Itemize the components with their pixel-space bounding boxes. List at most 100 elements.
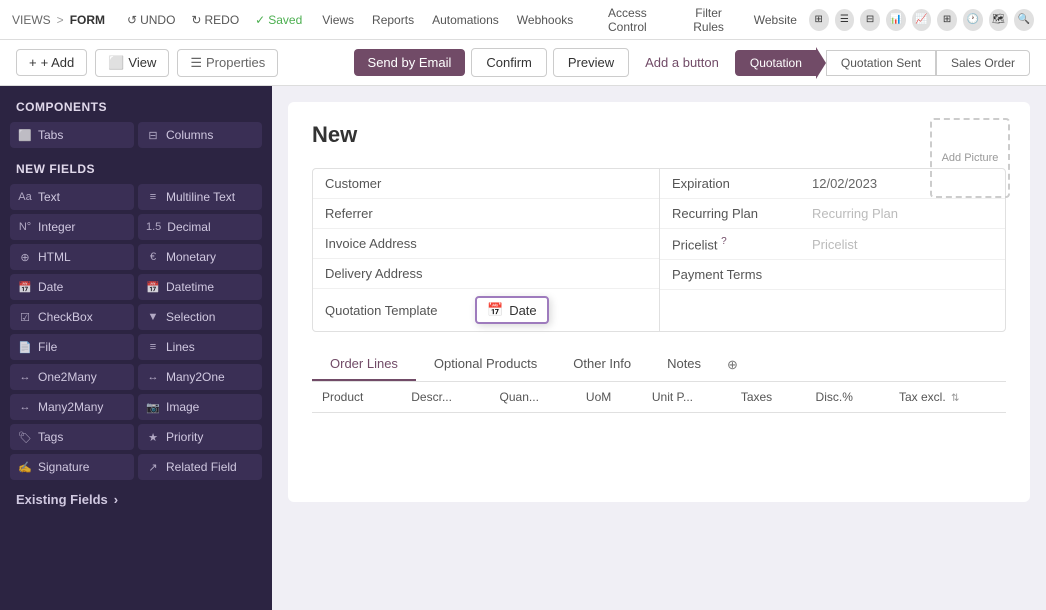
- table-icon[interactable]: ⊟: [860, 9, 880, 31]
- form-col-left: Customer Referrer Invoice Address Delive…: [313, 169, 659, 331]
- new-fields-grid: Aa Text ≡ Multiline Text N° Integer 1.5 …: [0, 184, 272, 480]
- props-icon: ☰: [190, 55, 202, 71]
- table-header: Product Descr... Quan... UoM Unit P... T…: [312, 382, 1006, 413]
- views-button[interactable]: Views: [316, 10, 360, 30]
- bar-chart-icon[interactable]: 📈: [912, 9, 932, 31]
- sort-icon: ⇅: [951, 393, 959, 404]
- selection-icon: ▼: [146, 311, 160, 323]
- pricelist-value[interactable]: Pricelist: [812, 237, 993, 252]
- tab-add-button[interactable]: ⊕: [719, 351, 746, 379]
- col-quan: Quan...: [490, 382, 576, 413]
- chart-icon[interactable]: 📊: [886, 9, 906, 31]
- status-bar: Quotation Quotation Sent Sales Order: [735, 47, 1030, 79]
- col-disc: Disc.%: [806, 382, 889, 413]
- date-drag-widget[interactable]: 📅 Date: [475, 296, 549, 324]
- field-checkbox[interactable]: ☑ CheckBox: [10, 304, 134, 330]
- preview-button[interactable]: Preview: [553, 48, 629, 77]
- invoice-address-row: Invoice Address: [313, 229, 659, 259]
- col-product: Product: [312, 382, 401, 413]
- checkbox-icon: ☑: [18, 311, 32, 324]
- undo-button[interactable]: ↺ UNDO: [121, 10, 181, 30]
- signature-icon: ✍: [18, 461, 32, 474]
- customer-label: Customer: [325, 176, 465, 191]
- add-picture-button[interactable]: Add Picture: [930, 118, 1010, 198]
- status-sales-order[interactable]: Sales Order: [936, 50, 1030, 76]
- list-icon[interactable]: ☰: [835, 9, 855, 31]
- grid-icon[interactable]: ⊞: [809, 9, 829, 31]
- search-icon[interactable]: 🔍: [1014, 9, 1034, 31]
- map-icon[interactable]: 🗺: [989, 9, 1009, 31]
- webhooks-button[interactable]: Webhooks: [511, 10, 579, 30]
- existing-fields-section[interactable]: Existing Fields ›: [0, 480, 272, 519]
- field-html[interactable]: ⊕ HTML: [10, 244, 134, 270]
- reports-button[interactable]: Reports: [366, 10, 420, 30]
- field-selection[interactable]: ▼ Selection: [138, 304, 262, 330]
- tab-optional-products[interactable]: Optional Products: [416, 348, 555, 381]
- field-one2many[interactable]: ↔ One2Many: [10, 364, 134, 390]
- breadcrumb: VIEWS > FORM: [12, 13, 105, 27]
- image-icon: 📷: [146, 401, 160, 414]
- sidebar: Components ⬜ Tabs ⊟ Columns New Fields A…: [0, 86, 272, 610]
- priority-icon: ★: [146, 431, 160, 444]
- delivery-address-row: Delivery Address: [313, 259, 659, 289]
- datetime-icon: 📅: [146, 281, 160, 294]
- col-taxes: Taxes: [731, 382, 806, 413]
- access-control-button[interactable]: Access Control: [585, 3, 669, 37]
- field-decimal[interactable]: 1.5 Decimal: [138, 214, 262, 240]
- status-quotation[interactable]: Quotation: [735, 50, 817, 76]
- file-icon: 📄: [18, 341, 32, 354]
- view-button[interactable]: ⬜ View: [95, 49, 169, 77]
- field-tags[interactable]: 🏷 Tags: [10, 424, 134, 450]
- field-related-field[interactable]: ↗ Related Field: [138, 454, 262, 480]
- tabs-bar: Order Lines Optional Products Other Info…: [312, 348, 1006, 382]
- expiration-label: Expiration: [672, 176, 812, 191]
- field-image[interactable]: 📷 Image: [138, 394, 262, 420]
- one2many-icon: ↔: [18, 371, 32, 383]
- add-button-link[interactable]: Add a button: [635, 49, 729, 76]
- field-file[interactable]: 📄 File: [10, 334, 134, 360]
- field-date[interactable]: 📅 Date: [10, 274, 134, 300]
- field-datetime[interactable]: 📅 Datetime: [138, 274, 262, 300]
- field-signature[interactable]: ✍ Signature: [10, 454, 134, 480]
- clock-icon[interactable]: 🕐: [963, 9, 983, 31]
- automations-button[interactable]: Automations: [426, 10, 505, 30]
- properties-button[interactable]: ☰ Properties: [177, 49, 278, 77]
- recurring-plan-value[interactable]: Recurring Plan: [812, 206, 993, 221]
- website-button[interactable]: Website: [748, 10, 803, 30]
- pivot-icon[interactable]: ⊞: [937, 9, 957, 31]
- decimal-icon: 1.5: [146, 221, 161, 233]
- tab-order-lines[interactable]: Order Lines: [312, 348, 416, 381]
- field-many2many[interactable]: ↔ Many2Many: [10, 394, 134, 420]
- referrer-row: Referrer: [313, 199, 659, 229]
- many2one-icon: ↔: [146, 371, 160, 383]
- customer-row: Customer: [313, 169, 659, 199]
- col-unit-p: Unit P...: [642, 382, 731, 413]
- component-columns[interactable]: ⊟ Columns: [138, 122, 262, 148]
- confirm-button[interactable]: Confirm: [471, 48, 547, 77]
- field-integer[interactable]: N° Integer: [10, 214, 134, 240]
- pricelist-row: Pricelist ? Pricelist: [660, 229, 1005, 260]
- tab-other-info[interactable]: Other Info: [555, 348, 649, 381]
- field-lines[interactable]: ≡ Lines: [138, 334, 262, 360]
- columns-icon: ⊟: [146, 129, 160, 142]
- component-tabs[interactable]: ⬜ Tabs: [10, 122, 134, 148]
- field-multiline[interactable]: ≡ Multiline Text: [138, 184, 262, 210]
- field-monetary[interactable]: € Monetary: [138, 244, 262, 270]
- quotation-template-value[interactable]: 📅 Date: [465, 296, 647, 324]
- status-sent[interactable]: Quotation Sent: [826, 50, 936, 76]
- field-priority[interactable]: ★ Priority: [138, 424, 262, 450]
- send-by-email-button[interactable]: Send by Email: [354, 49, 466, 76]
- invoice-address-label: Invoice Address: [325, 236, 465, 251]
- toolbar-right: Send by Email Confirm Preview Add a butt…: [354, 47, 1030, 79]
- add-button[interactable]: + + Add: [16, 49, 87, 76]
- related-field-icon: ↗: [146, 461, 160, 474]
- redo-button[interactable]: ↻ REDO: [185, 10, 245, 30]
- filter-rules-button[interactable]: Filter Rules: [675, 3, 741, 37]
- text-icon: Aa: [18, 191, 32, 203]
- undo-redo-group: ↺ UNDO ↻ REDO ✓ Saved: [121, 10, 308, 30]
- field-many2one[interactable]: ↔ Many2One: [138, 364, 262, 390]
- right-empty-row: [660, 290, 1005, 304]
- tab-notes[interactable]: Notes: [649, 348, 719, 381]
- field-text[interactable]: Aa Text: [10, 184, 134, 210]
- html-icon: ⊕: [18, 251, 32, 264]
